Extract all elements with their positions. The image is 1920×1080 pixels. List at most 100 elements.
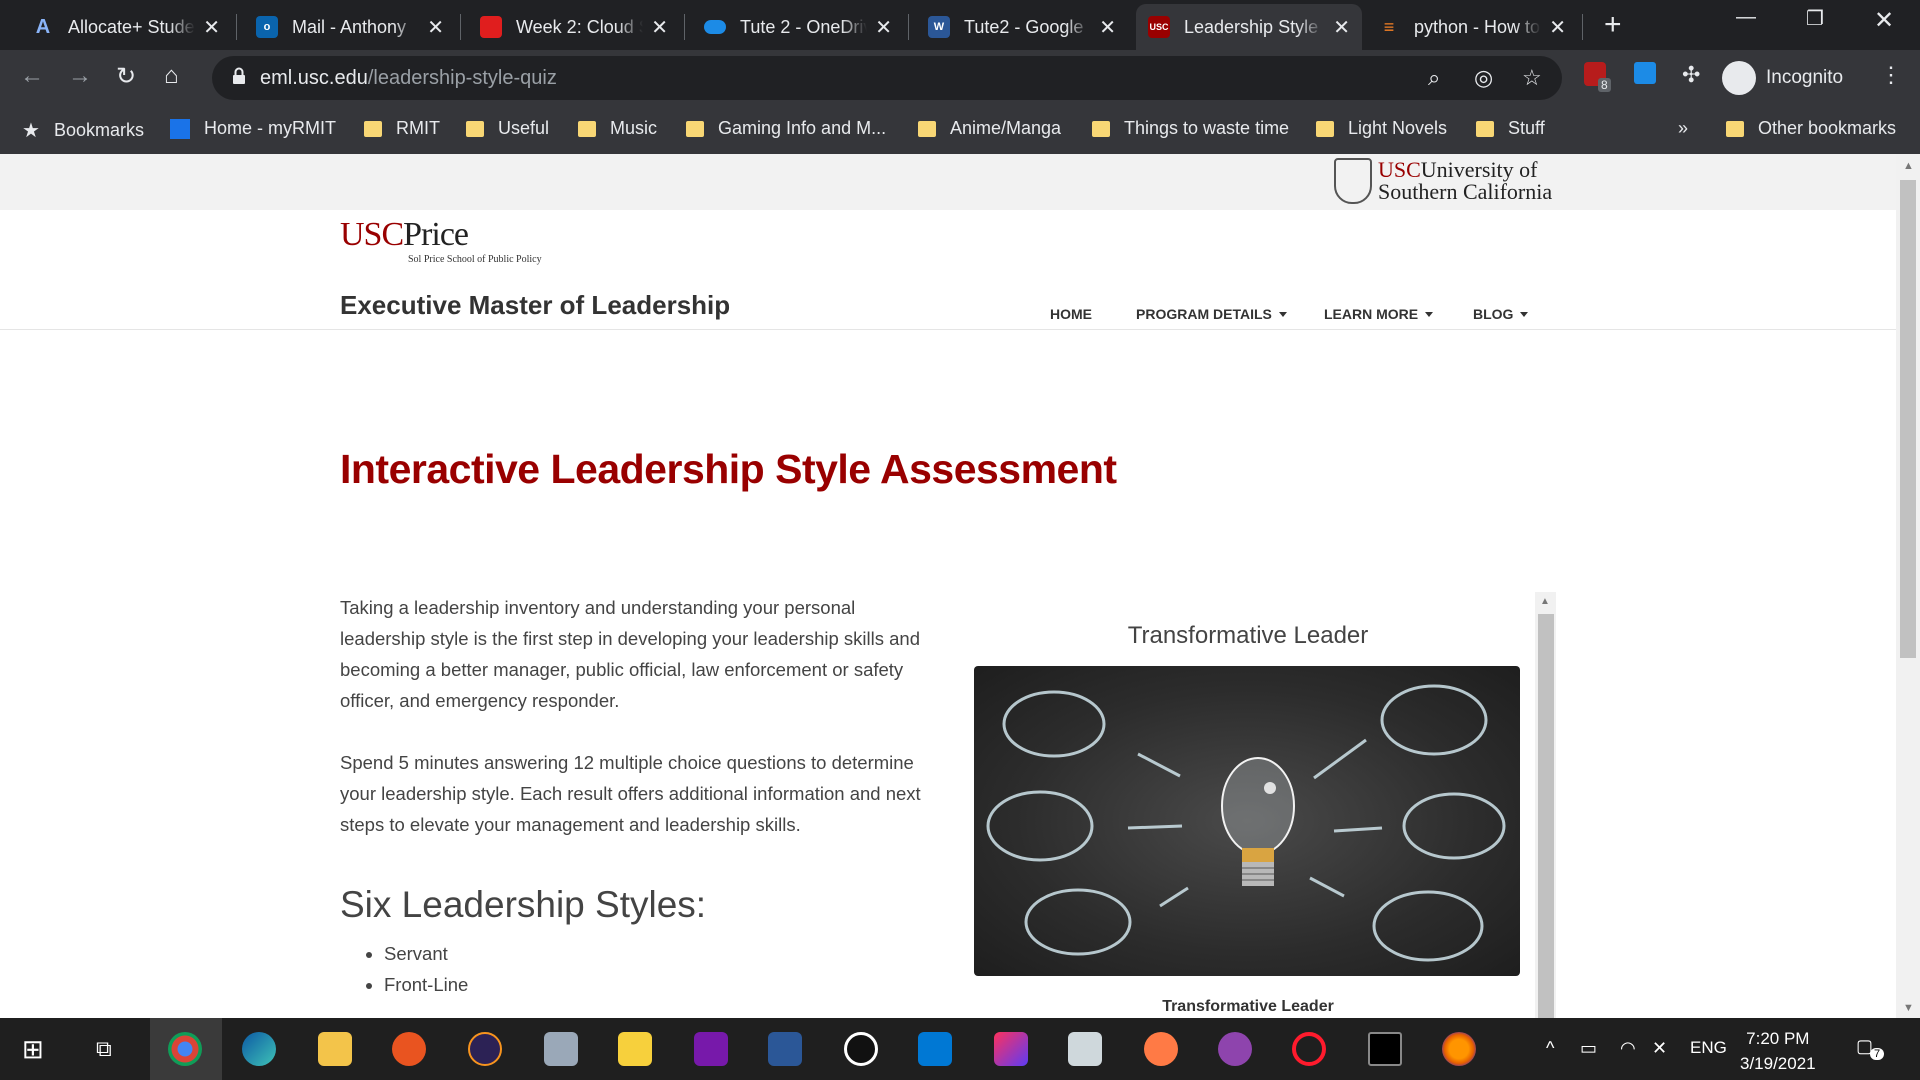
github-icon[interactable] (1218, 1032, 1252, 1066)
nav-home[interactable]: HOME (1050, 306, 1092, 322)
bookmark-star-icon[interactable]: ☆ (1522, 65, 1542, 91)
back-icon[interactable]: ← (20, 62, 44, 90)
new-tab-icon[interactable]: + (1604, 8, 1622, 42)
windows-start-icon[interactable]: ⊞ (22, 1034, 44, 1065)
outlook-icon: o (256, 16, 278, 38)
scroll-down-icon[interactable]: ▼ (1903, 1002, 1914, 1014)
task-view-icon[interactable]: ⧉ (96, 1036, 112, 1062)
ublock-icon[interactable]: 8 (1584, 62, 1611, 92)
intro-paragraph: Taking a leadership inventory and unders… (340, 597, 920, 711)
edge-icon[interactable] (242, 1032, 276, 1066)
restore-icon[interactable]: ❐ (1806, 6, 1824, 31)
bookmark-anime[interactable]: Anime/Manga (918, 118, 1061, 139)
instructions-paragraph: Spend 5 minutes answering 12 multiple ch… (340, 752, 921, 835)
zoom-icon[interactable]: ⌕ (1428, 65, 1440, 91)
tab-word[interactable]: W Tute2 - Google ✕ (916, 4, 1128, 50)
toolbar: ← → ↻ ⌂ eml.usc.edu/leadership-style-qui… (0, 50, 1920, 106)
incognito-profile[interactable]: Incognito (1722, 58, 1843, 98)
home-icon[interactable]: ⌂ (164, 62, 179, 90)
clock[interactable]: 7:20 PM 3/19/2021 (1740, 1026, 1816, 1076)
ubuntu-icon[interactable] (392, 1032, 426, 1066)
intellij-icon[interactable] (994, 1032, 1028, 1066)
scrollbar-thumb[interactable] (1900, 180, 1916, 658)
site-header: USCPrice Sol Price School of Public Poli… (0, 210, 1896, 330)
bookmark-stuff[interactable]: Stuff (1476, 118, 1545, 139)
canvas-icon (480, 16, 502, 38)
language-indicator[interactable]: ENG (1690, 1038, 1727, 1058)
firefox-icon[interactable] (1442, 1032, 1476, 1066)
page-scrollbar[interactable]: ▲ ▼ (1896, 154, 1920, 1018)
word-icon[interactable] (768, 1032, 802, 1066)
tab-allocate[interactable]: A Allocate+ Stude ✕ (20, 4, 232, 50)
onedrive-icon (704, 20, 726, 34)
chrome-icon[interactable] (168, 1032, 202, 1066)
bookmark-light-novels[interactable]: Light Novels (1316, 118, 1447, 139)
bookmark-rmit[interactable]: RMIT (364, 118, 440, 139)
eclipse-icon[interactable] (468, 1032, 502, 1066)
tab-leadership-style[interactable]: USC Leadership Style ✕ (1136, 4, 1362, 50)
steam-icon[interactable] (844, 1032, 878, 1066)
puzzle-extensions-icon[interactable]: ✣ (1682, 62, 1700, 88)
close-icon[interactable]: ✕ (651, 15, 668, 40)
tab-onedrive[interactable]: Tute 2 - OneDriv ✕ (692, 4, 904, 50)
menu-icon[interactable]: ⋮ (1880, 62, 1902, 88)
close-icon[interactable]: ✕ (427, 15, 444, 40)
file-explorer-icon[interactable] (318, 1032, 352, 1066)
usc-university-logo[interactable]: USCUniversity of Southern California (1334, 158, 1552, 204)
terminal-icon[interactable] (1368, 1032, 1402, 1066)
nav-learn-more[interactable]: LEARN MORE (1324, 306, 1434, 322)
bookmarks-overflow[interactable]: » (1678, 118, 1688, 139)
scroll-up-icon[interactable]: ▲ (1903, 160, 1914, 172)
wifi-icon[interactable]: ◠ (1620, 1038, 1636, 1059)
bookmark-myrmit[interactable]: Home - myRMIT (170, 118, 336, 139)
bookmarks-button[interactable]: ★ Bookmarks (22, 118, 144, 143)
url-text[interactable]: eml.usc.edu/leadership-style-quiz (260, 67, 557, 90)
close-icon[interactable]: ✕ (1549, 15, 1566, 40)
usc-price-logo[interactable]: USCPrice Sol Price School of Public Poli… (340, 216, 542, 265)
sticky-notes-icon[interactable] (618, 1032, 652, 1066)
reload-icon[interactable]: ↻ (116, 62, 136, 91)
slider-scrollbar-thumb[interactable] (1538, 614, 1554, 1018)
bookmark-useful[interactable]: Useful (466, 118, 549, 139)
folder-icon (1476, 120, 1494, 137)
myrmit-icon (170, 118, 190, 139)
tracking-eye-icon[interactable]: ◎ (1474, 65, 1493, 91)
nav-program-details[interactable]: PROGRAM DETAILS (1136, 306, 1287, 322)
minimize-icon[interactable]: — (1736, 6, 1756, 29)
close-icon[interactable]: ✕ (1099, 15, 1116, 40)
word-icon: W (928, 16, 950, 38)
star-icon: ★ (22, 120, 40, 142)
database-icon[interactable] (544, 1032, 578, 1066)
bookmark-music[interactable]: Music (578, 118, 657, 139)
browser-chrome: A Allocate+ Stude ✕ o Mail - Anthony ✕ W… (0, 0, 1920, 154)
virtualbox-icon[interactable] (1068, 1032, 1102, 1066)
notifications-icon[interactable]: ▢ 7 (1856, 1036, 1885, 1060)
bookmark-gaming[interactable]: Gaming Info and M... (686, 118, 886, 139)
tab-python[interactable]: ≡ python - How to ✕ (1366, 4, 1578, 50)
close-window-icon[interactable]: ✕ (1874, 6, 1894, 35)
tab-title: Mail - Anthony (292, 16, 407, 37)
close-icon[interactable]: ✕ (1333, 15, 1350, 40)
scroll-up-icon[interactable]: ▲ (1540, 596, 1550, 607)
tab-mail[interactable]: o Mail - Anthony ✕ (244, 4, 456, 50)
extension-icon[interactable] (1634, 62, 1656, 90)
volume-muted-icon[interactable]: ✕ (1652, 1038, 1667, 1059)
close-icon[interactable]: ✕ (203, 15, 220, 40)
vscode-icon[interactable] (918, 1032, 952, 1066)
close-icon[interactable]: ✕ (875, 15, 892, 40)
postman-icon[interactable] (1144, 1032, 1178, 1066)
list-item: Front-Line (384, 969, 468, 1000)
tab-strip: A Allocate+ Stude ✕ o Mail - Anthony ✕ W… (0, 0, 1920, 50)
address-bar[interactable]: eml.usc.edu/leadership-style-quiz ⌕ ◎ ☆ (212, 56, 1562, 100)
other-bookmarks[interactable]: Other bookmarks (1726, 118, 1896, 139)
onenote-icon[interactable] (694, 1032, 728, 1066)
opera-icon[interactable] (1292, 1032, 1326, 1066)
forward-icon[interactable]: → (68, 62, 92, 90)
show-hidden-icons-icon[interactable]: ^ (1546, 1038, 1554, 1059)
site-name[interactable]: Executive Master of Leadership (340, 290, 730, 321)
tab-title: Leadership Style (1184, 16, 1319, 37)
battery-icon[interactable]: ▭ (1580, 1038, 1597, 1059)
bookmark-things[interactable]: Things to waste time (1092, 118, 1289, 139)
tab-week2[interactable]: Week 2: Cloud S ✕ (468, 4, 680, 50)
nav-blog[interactable]: BLOG (1473, 306, 1529, 322)
